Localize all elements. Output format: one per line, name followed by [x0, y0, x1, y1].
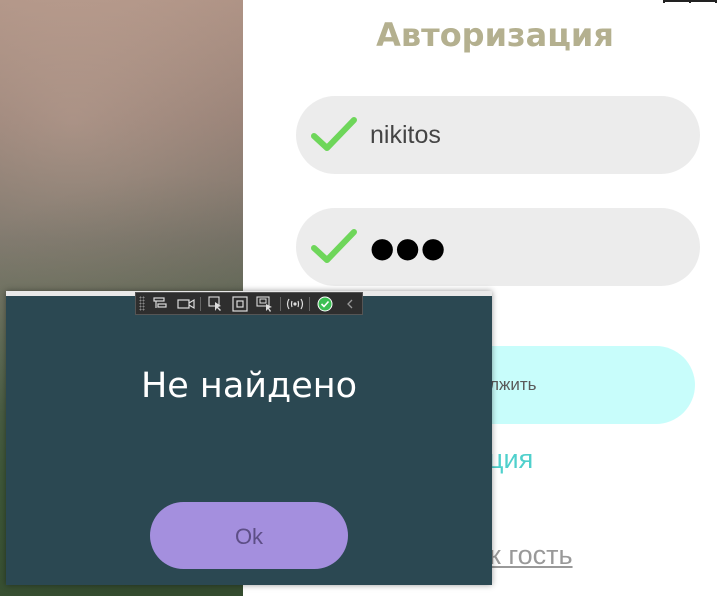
- check-icon: [311, 117, 357, 151]
- message-dialog: Не найдено Ok: [6, 291, 492, 585]
- binding-ok-icon[interactable]: [314, 295, 335, 312]
- select-element-icon[interactable]: [205, 295, 226, 312]
- username-field[interactable]: nikitos: [296, 96, 700, 174]
- xaml-debug-toolbar: [135, 292, 363, 315]
- toolbar-separator: [279, 296, 281, 311]
- username-value: nikitos: [370, 121, 441, 149]
- track-focus-icon[interactable]: [255, 295, 276, 312]
- toolbar-separator: [200, 296, 202, 311]
- password-value: ●●●: [370, 231, 447, 264]
- ok-button-label: Ok: [234, 524, 264, 549]
- ok-button[interactable]: Ok: [150, 502, 348, 569]
- toolbar-separator: [309, 296, 311, 311]
- password-field[interactable]: ●●●: [296, 208, 700, 286]
- hot-reload-icon[interactable]: [285, 295, 306, 312]
- check-icon: [311, 229, 357, 263]
- record-icon[interactable]: [175, 295, 196, 312]
- display-layout-adorners-icon[interactable]: [230, 295, 251, 312]
- dialog-message: Не найдено: [140, 366, 358, 406]
- window-controls: [663, 0, 717, 5]
- drag-grip-icon[interactable]: [139, 296, 145, 311]
- page-title: Авторизация: [376, 16, 614, 54]
- live-visual-tree-icon[interactable]: [151, 295, 172, 312]
- collapse-toolbar-icon[interactable]: [339, 295, 360, 312]
